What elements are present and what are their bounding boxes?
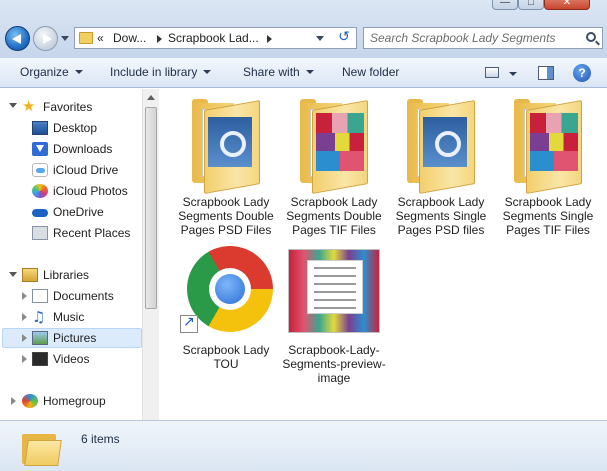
maximize-button[interactable]: □ — [518, 0, 544, 10]
chrome-icon — [178, 243, 274, 339]
file-item[interactable]: Scrapbook-Lady-Segments-preview-image — [282, 243, 386, 385]
file-item[interactable]: Scrapbook Lady Segments Single Pages TIF… — [496, 95, 600, 237]
chevron-down-icon — [203, 70, 212, 74]
views-icon[interactable] — [485, 67, 499, 78]
file-item[interactable]: Scrapbook Lady TOU — [174, 243, 278, 371]
chevron-down-icon — [74, 70, 83, 74]
search-icon[interactable] — [586, 32, 596, 42]
chevron-down-icon — [305, 70, 314, 74]
documents-icon — [32, 289, 48, 303]
expander-closed-icon[interactable] — [22, 334, 27, 342]
address-overflow[interactable]: « — [97, 31, 104, 45]
search-box[interactable] — [363, 27, 603, 49]
folder-icon — [22, 430, 62, 466]
views-dropdown[interactable] — [509, 72, 517, 76]
file-list: Scrapbook Lady Segments Double Pages PSD… — [160, 89, 607, 420]
address-segment-current[interactable]: Scrapbook Lad... — [168, 31, 259, 45]
downloads-icon — [32, 142, 48, 156]
file-name: Scrapbook Lady Segments Double Pages TIF… — [286, 195, 382, 237]
share-with-button[interactable]: Share with — [243, 65, 314, 79]
forward-button[interactable] — [33, 26, 58, 51]
desktop-icon — [32, 121, 48, 135]
image-thumbnail — [286, 243, 382, 339]
homegroup-icon — [22, 394, 38, 408]
shortcut-arrow-icon — [180, 314, 198, 333]
chevron-right-icon[interactable] — [267, 35, 272, 43]
recent-places-icon — [32, 226, 48, 240]
new-folder-button[interactable]: New folder — [342, 65, 399, 79]
address-history-dropdown[interactable] — [316, 36, 324, 41]
music-note-icon: ♫ — [32, 308, 46, 326]
folder-icon — [500, 95, 596, 194]
icloud-drive-icon — [32, 163, 48, 177]
file-item[interactable]: Scrapbook Lady Segments Single Pages PSD… — [389, 95, 493, 237]
navigation-pane: ★ Favorites Desktop Downloads iCloud Driv… — [0, 89, 159, 420]
close-button[interactable]: ✕ — [544, 0, 590, 10]
scroll-up-arrow-icon[interactable] — [147, 95, 155, 100]
expander-closed-icon[interactable] — [22, 313, 27, 321]
icloud-photos-icon — [32, 184, 48, 198]
file-name: Scrapbook Lady Segments Double Pages PSD… — [178, 195, 274, 237]
file-name: Scrapbook Lady TOU — [182, 343, 270, 371]
chevron-right-icon[interactable] — [157, 35, 162, 43]
help-icon[interactable]: ? — [573, 64, 591, 82]
preview-pane-icon[interactable] — [538, 66, 554, 80]
expander-open-icon[interactable] — [9, 272, 17, 277]
organize-button[interactable]: Organize — [20, 65, 83, 79]
file-item[interactable]: Scrapbook Lady Segments Double Pages PSD… — [174, 95, 278, 237]
expander-open-icon[interactable] — [9, 103, 17, 108]
window-controls: — □ ✕ — [484, 0, 607, 12]
back-button[interactable] — [5, 26, 30, 51]
address-segment-downloads[interactable]: Dow... — [113, 31, 146, 45]
expander-closed-icon[interactable] — [22, 292, 27, 300]
address-bar[interactable]: « Dow... Scrapbook Lad... — [74, 27, 357, 49]
libraries-icon — [22, 268, 38, 282]
minimize-button[interactable]: — — [492, 0, 518, 10]
file-item[interactable]: Scrapbook Lady Segments Double Pages TIF… — [282, 95, 386, 237]
recent-pages-dropdown[interactable] — [61, 36, 69, 41]
command-bar: Organize Include in library Share with N… — [0, 58, 607, 88]
address-bar-region: — □ ✕ « Dow... Scrapbook Lad... ↺ — [0, 0, 607, 58]
folder-icon — [286, 95, 382, 194]
videos-icon — [32, 352, 48, 366]
expander-closed-icon[interactable] — [22, 355, 27, 363]
file-name: Scrapbook Lady Segments Single Pages TIF… — [502, 195, 594, 237]
scrollbar-thumb[interactable] — [145, 107, 157, 309]
pictures-icon — [32, 331, 48, 345]
star-icon: ★ — [22, 98, 36, 115]
onedrive-icon — [32, 205, 48, 219]
item-count: 6 items — [81, 432, 120, 446]
refresh-icon[interactable]: ↺ — [333, 28, 355, 48]
expander-closed-icon[interactable] — [11, 397, 16, 405]
include-in-library-button[interactable]: Include in library — [110, 65, 212, 79]
nav-scrollbar[interactable] — [142, 89, 159, 420]
details-pane: 6 items — [0, 420, 607, 471]
file-name: Scrapbook Lady Segments Single Pages PSD… — [395, 195, 487, 237]
folder-icon — [178, 95, 274, 194]
folder-icon — [393, 95, 489, 194]
file-name: Scrapbook-Lady-Segments-preview-image — [282, 343, 386, 385]
folder-icon — [79, 32, 93, 44]
search-input[interactable] — [364, 28, 574, 48]
